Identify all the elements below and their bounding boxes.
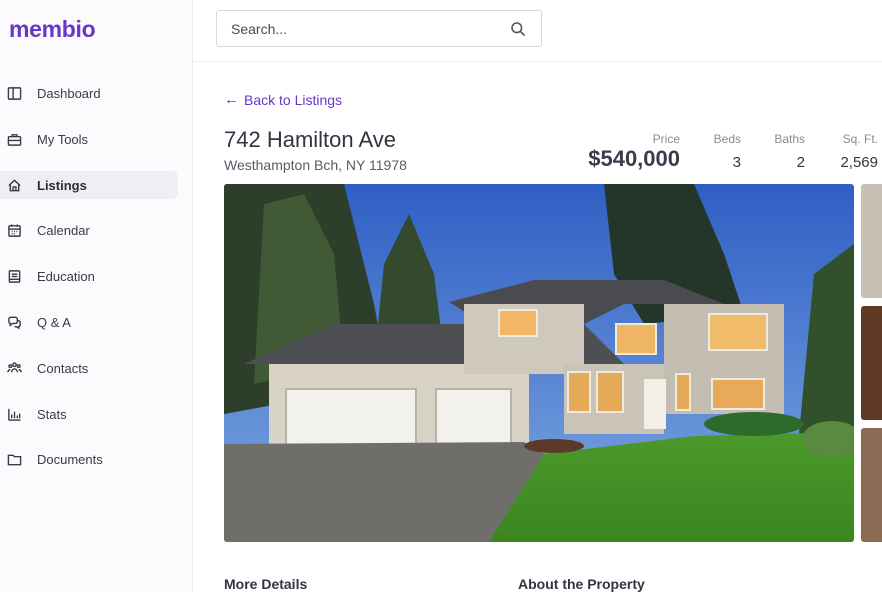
back-link-label: Back to Listings xyxy=(244,91,343,108)
arrow-left-icon: ← xyxy=(224,91,239,108)
back-to-listings-link[interactable]: ← Back to Listings xyxy=(224,91,342,108)
listing-city: Westhampton Bch, NY 11978 xyxy=(224,157,407,173)
listing-address: 742 Hamilton Ave xyxy=(224,127,397,152)
sidebar-item-label: My Tools xyxy=(37,131,89,147)
about-property-heading: About the Property xyxy=(518,576,645,592)
beds-value: 3 xyxy=(732,154,741,171)
thumbnail-photo[interactable] xyxy=(861,184,882,298)
thumbnail-photo[interactable] xyxy=(861,428,882,542)
sidebar-item-q-and-a[interactable]: Q & A xyxy=(0,308,178,336)
sidebar-item-dashboard[interactable]: Dashboard xyxy=(0,79,178,107)
sidebar-item-label: Dashboard xyxy=(37,85,101,101)
sidebar: membio Dashboard My Tools Listings Calen… xyxy=(0,0,193,592)
beds-label: Beds xyxy=(713,132,741,146)
sidebar-item-label: Contacts xyxy=(37,360,89,376)
sidebar-item-label: Q & A xyxy=(37,314,71,330)
baths-label: Baths xyxy=(774,132,805,146)
sidebar-item-education[interactable]: Education xyxy=(0,262,178,290)
app-logo[interactable]: membio xyxy=(9,16,96,43)
price-value: $540,000 xyxy=(588,146,680,171)
sidebar-item-label: Education xyxy=(37,268,95,284)
chat-icon xyxy=(7,315,22,330)
price-label: Price xyxy=(652,132,680,146)
main-listing-photo[interactable] xyxy=(224,184,854,542)
sidebar-item-contacts[interactable]: Contacts xyxy=(0,354,178,382)
sqft-value: 2,569 xyxy=(840,154,878,171)
bar-chart-icon xyxy=(7,407,22,422)
sidebar-item-listings[interactable]: Listings xyxy=(0,171,178,199)
calendar-icon xyxy=(7,223,22,238)
search-input[interactable] xyxy=(231,20,491,37)
book-icon xyxy=(7,269,22,284)
sidebar-item-calendar[interactable]: Calendar xyxy=(0,216,178,244)
search-box[interactable] xyxy=(216,10,542,47)
sqft-label: Sq. Ft. xyxy=(842,132,878,146)
sidebar-item-label: Listings xyxy=(37,177,87,193)
people-icon xyxy=(7,361,22,376)
sidebar-item-label: Stats xyxy=(37,406,67,422)
folder-icon xyxy=(7,452,22,467)
layout-icon xyxy=(7,86,22,101)
sidebar-item-label: Calendar xyxy=(37,222,90,238)
toolbox-icon xyxy=(7,132,22,147)
sidebar-item-label: Documents xyxy=(37,451,103,467)
sidebar-item-stats[interactable]: Stats xyxy=(0,400,178,428)
more-details-heading: More Details xyxy=(224,576,308,592)
home-icon xyxy=(7,178,22,193)
search-icon[interactable] xyxy=(510,21,526,37)
baths-value: 2 xyxy=(796,154,805,171)
sidebar-item-my-tools[interactable]: My Tools xyxy=(0,125,178,153)
sidebar-item-documents[interactable]: Documents xyxy=(0,445,178,473)
thumbnail-photo[interactable] xyxy=(861,306,882,420)
top-bar xyxy=(193,0,882,62)
